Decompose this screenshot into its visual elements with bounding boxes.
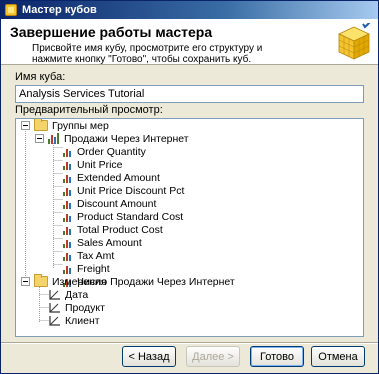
cancel-button[interactable]: Отмена: [311, 346, 365, 367]
cube-wizard-window: Мастер кубов Завершение работы мастера П…: [0, 0, 379, 374]
back-button[interactable]: < Назад: [122, 346, 176, 367]
tree-node-dimension[interactable]: Продукт: [49, 301, 105, 314]
tree-node-label: Дата: [65, 288, 89, 301]
button-divider: [1, 342, 378, 344]
measure-icon: [63, 160, 73, 170]
tree-node-label: Продажи Через Интернет: [64, 132, 189, 145]
folder-icon: [34, 274, 48, 287]
tree-node-label: Sales Amount: [77, 236, 142, 249]
tree-node-label: Order Quantity: [77, 145, 146, 158]
cancel-button-label: Отмена: [318, 350, 358, 363]
tree-node-measure[interactable]: Sales Amount: [63, 236, 142, 249]
tree-node-dimension[interactable]: Клиент: [49, 314, 100, 327]
next-button[interactable]: Далее >: [186, 346, 240, 367]
tree-node-label: Группы мер: [52, 119, 109, 132]
window-title: Мастер кубов: [22, 4, 97, 16]
tree-node-measure[interactable]: Order Quantity: [63, 145, 146, 158]
tree-node-measure[interactable]: Unit Price: [63, 158, 123, 171]
dimension-icon: [49, 290, 60, 300]
tree-node-label: Unit Price Discount Pct: [77, 184, 185, 197]
tree-node-measure[interactable]: Product Standard Cost: [63, 210, 183, 223]
tree-node-measure[interactable]: Discount Amount: [63, 197, 156, 210]
tree-node-dimensions[interactable]: Измерения: [21, 274, 107, 288]
tree-node-label: Tax Amt: [77, 249, 115, 262]
tree-node-label: Клиент: [65, 314, 100, 327]
cube-app-icon: [5, 4, 17, 16]
dimension-icon: [49, 316, 60, 326]
tree-node-label: Discount Amount: [77, 197, 157, 210]
tree-node-label: Freight: [77, 262, 110, 275]
measure-icon: [63, 264, 73, 274]
dimension-icon: [49, 303, 60, 313]
wizard-header: Завершение работы мастера Присвойте имя …: [1, 19, 378, 65]
measure-icon: [63, 251, 73, 261]
tree-node-label: Total Product Cost: [77, 223, 163, 236]
cube-wizard-icon: [338, 23, 371, 60]
tree-node-measure-group[interactable]: Продажи Через Интернет: [35, 132, 189, 145]
preview-tree[interactable]: Группы мер Продажи Через Интернет Order …: [15, 118, 364, 337]
tree-node-measure[interactable]: Unit Price Discount Pct: [63, 184, 184, 197]
check-icon: [362, 23, 371, 29]
measure-icon: [63, 225, 73, 235]
cube-name-input[interactable]: Analysis Services Tutorial: [15, 85, 364, 103]
collapse-icon[interactable]: [21, 121, 30, 130]
tree-node-label: Product Standard Cost: [77, 210, 184, 223]
page-description: Присвойте имя кубу, просмотрите его стру…: [32, 43, 263, 65]
preview-label: Предварительный просмотр:: [15, 104, 163, 116]
measure-icon: [63, 212, 73, 222]
next-button-label: Далее >: [192, 350, 234, 363]
measure-icon: [63, 186, 73, 196]
tree-node-measure[interactable]: Freight: [63, 262, 110, 275]
collapse-icon[interactable]: [21, 277, 30, 286]
title-bar[interactable]: Мастер кубов: [1, 1, 378, 19]
tree-node-measure[interactable]: Total Product Cost: [63, 223, 163, 236]
tree-node-label: Измерения: [52, 275, 107, 288]
measure-icon: [63, 238, 73, 248]
tree-node-label: Extended Amount: [77, 171, 160, 184]
tree-node-measure[interactable]: Extended Amount: [63, 171, 160, 184]
folder-icon: [34, 119, 48, 131]
tree-node-label: Продукт: [65, 301, 105, 314]
tree-node-dimension[interactable]: Дата: [49, 288, 88, 301]
measure-icon: [63, 147, 73, 157]
finish-button-label: Готово: [260, 350, 294, 363]
back-button-label: < Назад: [128, 350, 170, 363]
collapse-icon[interactable]: [35, 134, 44, 143]
measure-group-icon: [48, 133, 60, 144]
finish-button[interactable]: Готово: [250, 346, 304, 367]
page-title: Завершение работы мастера: [10, 24, 213, 40]
cube-name-label: Имя куба:: [15, 71, 66, 83]
tree-node-measure-groups[interactable]: Группы мер: [21, 119, 109, 132]
measure-icon: [63, 199, 73, 209]
tree-node-label: Unit Price: [77, 158, 123, 171]
measure-icon: [63, 173, 73, 183]
cube-name-value: Analysis Services Tutorial: [19, 88, 145, 100]
tree-node-measure[interactable]: Tax Amt: [63, 249, 114, 262]
